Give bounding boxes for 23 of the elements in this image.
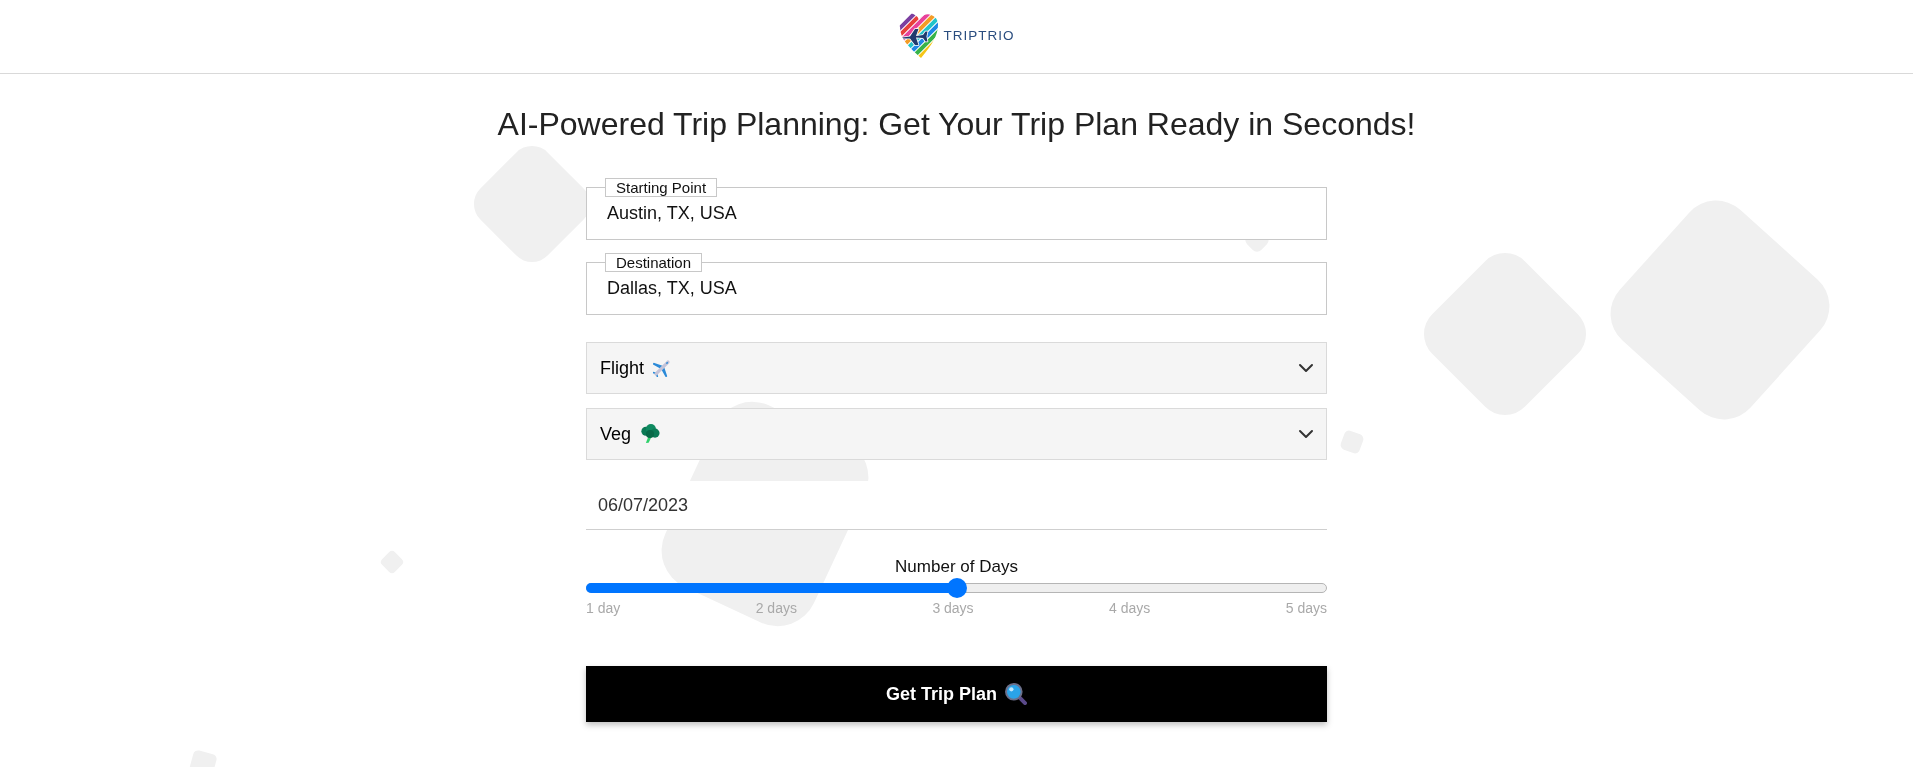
dropdown[interactable]: Flight (586, 342, 1327, 394)
chevron-down-icon (1298, 363, 1314, 373)
dropdown[interactable]: Veg (586, 408, 1327, 460)
submit-button[interactable]: Get Trip Plan (586, 666, 1327, 722)
chevron-down-icon (1298, 429, 1314, 439)
field-label: Destination (605, 253, 703, 272)
date-field[interactable]: 06/07/2023 (586, 481, 1327, 530)
slider-thumb[interactable] (946, 578, 967, 598)
location-field[interactable]: Destination Dallas, TX, USA (586, 253, 1327, 315)
tick-label: 2 days (755, 600, 797, 616)
days-slider[interactable] (586, 578, 1327, 598)
slider-label: Number of Days (895, 557, 1018, 577)
tick-label: 3 days (932, 600, 974, 616)
location-field[interactable]: Starting Point Austin, TX, USA (586, 178, 1327, 240)
search-icon (1005, 683, 1027, 705)
logo-text: TRIPTRIO (943, 27, 1015, 44)
logo-icon (898, 13, 939, 58)
tick-label: 5 days (1285, 600, 1327, 616)
field-label: Starting Point (605, 178, 718, 197)
broccoli-icon (640, 424, 661, 444)
tick-label: 4 days (1109, 600, 1151, 616)
page-title: AI-Powered Trip Planning: Get Your Trip Plan Ready in Seconds! (497, 105, 1416, 144)
tick-label: 1 day (586, 600, 621, 616)
